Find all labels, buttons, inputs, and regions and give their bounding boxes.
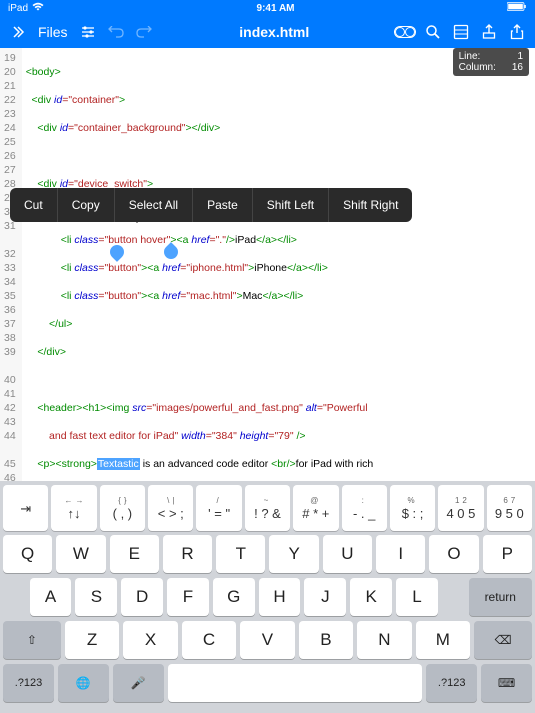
key-x[interactable]: X	[123, 621, 177, 659]
accessory-key-5[interactable]: ~! ? &	[245, 485, 290, 531]
key-h[interactable]: H	[259, 578, 301, 616]
key-j[interactable]: J	[304, 578, 346, 616]
key-m[interactable]: M	[416, 621, 470, 659]
accessory-key-10[interactable]: 679 5 0	[487, 485, 532, 531]
menu-item-shift-left[interactable]: Shift Left	[253, 188, 329, 222]
insert-icon[interactable]	[477, 20, 501, 44]
status-time: 9:41 AM	[44, 3, 507, 14]
menu-item-copy[interactable]: Copy	[58, 188, 115, 222]
key-z[interactable]: Z	[65, 621, 119, 659]
edit-context-menu: CutCopySelect AllPasteShift LeftShift Ri…	[10, 188, 412, 222]
accessory-key-0[interactable]: ⇥	[3, 485, 48, 531]
key-l[interactable]: L	[396, 578, 438, 616]
file-title: index.html	[160, 24, 389, 40]
numbers-key-right[interactable]: .?123	[426, 664, 477, 702]
accessory-key-9[interactable]: 124 0 5	[438, 485, 483, 531]
on-screen-keyboard: ⇥←→↑↓{}( , )\|< > ;/' = "~! ? &@# * +:- …	[0, 481, 535, 713]
key-b[interactable]: B	[299, 621, 353, 659]
key-g[interactable]: G	[213, 578, 255, 616]
redo-button[interactable]	[132, 20, 156, 44]
menu-item-select-all[interactable]: Select All	[115, 188, 193, 222]
key-c[interactable]: C	[182, 621, 236, 659]
space-key[interactable]	[168, 664, 423, 702]
dismiss-keyboard-key[interactable]: ⌨	[481, 664, 532, 702]
key-k[interactable]: K	[350, 578, 392, 616]
key-w[interactable]: W	[56, 535, 105, 573]
preview-icon[interactable]	[393, 20, 417, 44]
shift-key[interactable]: ⇧	[3, 621, 61, 659]
battery-icon	[507, 2, 527, 14]
search-icon[interactable]	[421, 20, 445, 44]
accessory-key-1[interactable]: ←→↑↓	[51, 485, 96, 531]
accessory-key-3[interactable]: \|< > ;	[148, 485, 193, 531]
code-area[interactable]: <body> <div id="container"> <div id="con…	[22, 48, 414, 508]
cursor-position-indicator: Line:1 Column:16	[453, 48, 529, 76]
line-gutter: 19202122232425262728293031 3233343536373…	[0, 48, 22, 508]
settings-icon[interactable]	[76, 20, 100, 44]
undo-button[interactable]	[104, 20, 128, 44]
key-q[interactable]: Q	[3, 535, 52, 573]
accessory-key-2[interactable]: {}( , )	[100, 485, 145, 531]
key-d[interactable]: D	[121, 578, 163, 616]
menu-item-shift-right[interactable]: Shift Right	[329, 188, 412, 222]
key-p[interactable]: P	[483, 535, 532, 573]
symbols-icon[interactable]	[449, 20, 473, 44]
key-o[interactable]: O	[429, 535, 478, 573]
key-n[interactable]: N	[357, 621, 411, 659]
key-t[interactable]: T	[216, 535, 265, 573]
keyboard-accessory-row: ⇥←→↑↓{}( , )\|< > ;/' = "~! ? &@# * +:- …	[3, 485, 532, 531]
main-toolbar: Files index.html	[0, 16, 535, 48]
status-bar: iPad 9:41 AM	[0, 0, 535, 16]
key-i[interactable]: I	[376, 535, 425, 573]
menu-expand-icon[interactable]	[6, 20, 30, 44]
key-v[interactable]: V	[240, 621, 294, 659]
menu-item-cut[interactable]: Cut	[10, 188, 58, 222]
wifi-icon	[32, 2, 44, 14]
text-selection[interactable]: Textastic	[97, 458, 140, 470]
device-label: iPad	[8, 3, 28, 14]
mic-key[interactable]: 🎤	[113, 664, 164, 702]
accessory-key-4[interactable]: /' = "	[196, 485, 241, 531]
key-e[interactable]: E	[110, 535, 159, 573]
files-button[interactable]: Files	[34, 24, 72, 40]
context-menu-arrow	[130, 216, 144, 223]
key-f[interactable]: F	[167, 578, 209, 616]
accessory-key-6[interactable]: @# * +	[293, 485, 338, 531]
numbers-key[interactable]: .?123	[3, 664, 54, 702]
share-icon[interactable]	[505, 20, 529, 44]
key-a[interactable]: A	[30, 578, 72, 616]
key-s[interactable]: S	[75, 578, 117, 616]
key-u[interactable]: U	[323, 535, 372, 573]
accessory-key-8[interactable]: %$ : ;	[390, 485, 435, 531]
backspace-key[interactable]: ⌫	[474, 621, 532, 659]
code-editor[interactable]: 19202122232425262728293031 3233343536373…	[0, 48, 535, 508]
menu-item-paste[interactable]: Paste	[193, 188, 253, 222]
key-r[interactable]: R	[163, 535, 212, 573]
key-y[interactable]: Y	[269, 535, 318, 573]
globe-key[interactable]: 🌐	[58, 664, 109, 702]
accessory-key-7[interactable]: :- . _	[342, 485, 387, 531]
return-key[interactable]: return	[469, 578, 532, 616]
